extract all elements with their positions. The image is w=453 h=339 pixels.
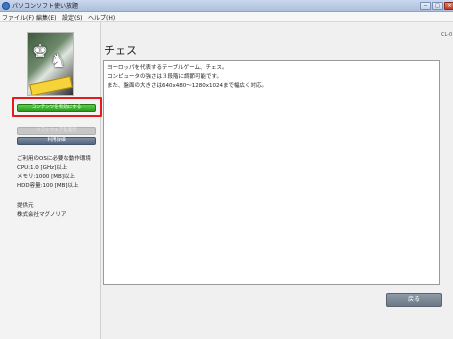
highlight-box: [12, 97, 102, 117]
window-title: パソコンソフト使い放題: [12, 3, 79, 10]
minimize-button[interactable]: −: [420, 2, 431, 10]
description-box: ヨーロッパを代表するテーブルゲーム、チェス。 コンピュータの強さは３段階に調節可…: [103, 60, 440, 285]
description-line: コンピュータの強さは３段階に調節可能です。: [107, 74, 222, 80]
provider-name: 株式会社マグノリア: [17, 212, 67, 218]
requirement-memory: メモリ:1000 [MB]以上: [17, 174, 75, 180]
description-line: また、盤面の大きさは640x480～1280x1024まで幅広く対応。: [107, 83, 268, 89]
usage-details-button[interactable]: 利用詳細: [17, 137, 96, 145]
menu-edit[interactable]: 編集(E): [36, 13, 56, 22]
provider-heading: 提供元: [17, 203, 34, 209]
menu-bar: ファイル(F) 編集(E) 設定(S) ヘルプ(H): [0, 12, 453, 22]
title-bar: パソコンソフト使い放題 − □ ×: [0, 0, 453, 12]
chess-king-icon: ♚: [32, 41, 49, 62]
chess-knight-icon: ♞: [50, 51, 67, 72]
description-line: ヨーロッパを代表するテーブルゲーム、チェス。: [107, 65, 228, 71]
menu-settings[interactable]: 設定(S): [62, 13, 83, 22]
product-code: CL-0: [441, 32, 453, 38]
back-button[interactable]: 戻る: [386, 293, 442, 307]
app-icon: [2, 2, 10, 10]
thumbnail-banner: [29, 75, 73, 95]
requirement-cpu: CPU:1.0 [GHz]以上: [17, 165, 68, 171]
close-button[interactable]: ×: [444, 2, 453, 10]
page-title: チェス: [104, 44, 137, 57]
run-software-button: ソフトウェアを実行: [17, 127, 96, 135]
menu-file[interactable]: ファイル(F): [2, 13, 34, 22]
maximize-button[interactable]: □: [432, 2, 443, 10]
product-thumbnail: ♚ ♞: [27, 32, 74, 96]
requirement-hdd: HDD容量:100 [MB]以上: [17, 183, 79, 189]
menu-help[interactable]: ヘルプ(H): [88, 13, 115, 22]
requirements-heading: ご利用のOSに必要な動作環境: [17, 156, 91, 162]
